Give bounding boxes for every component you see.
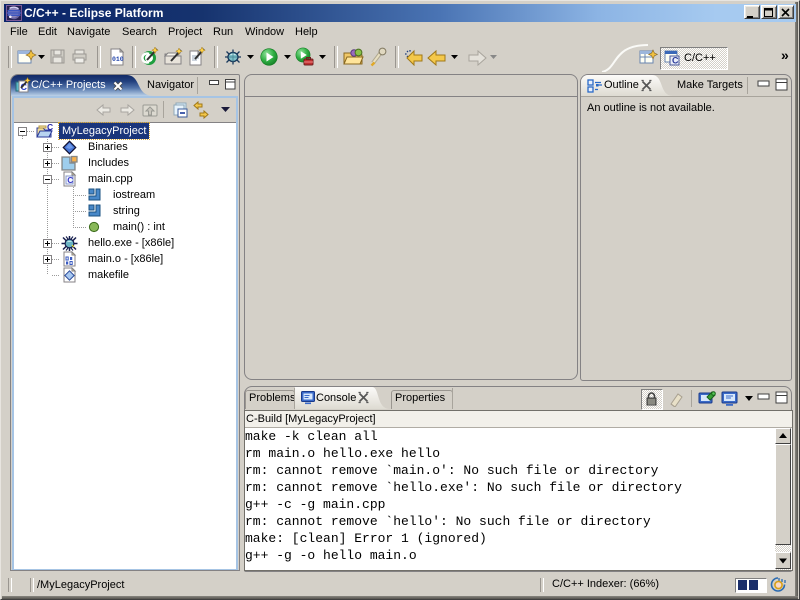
svg-text:010: 010 — [112, 56, 124, 63]
svg-text:C: C — [672, 56, 679, 66]
svg-text:C: C — [47, 123, 53, 132]
svg-text:C: C — [67, 175, 73, 185]
